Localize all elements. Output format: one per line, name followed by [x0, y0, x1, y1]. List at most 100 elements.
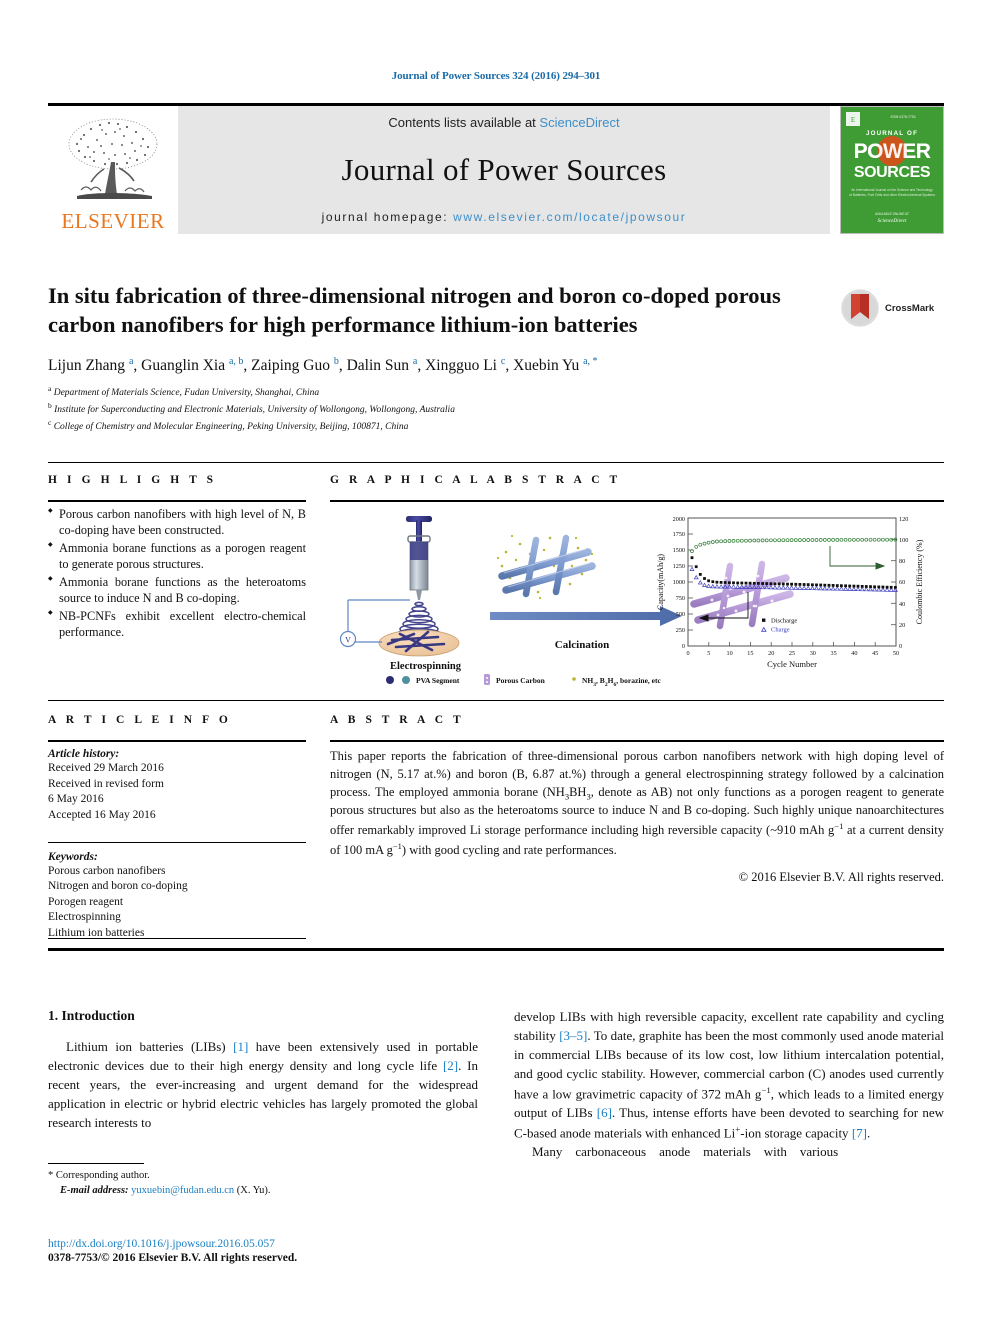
legend-marker-porous-carbon	[484, 674, 490, 685]
article-info-block: Article history: Received 29 March 2016 …	[48, 748, 306, 942]
list-item: NB-PCNFs exhibit excellent electro-chemi…	[48, 608, 306, 641]
issn-copyright-line: 0378-7753/© 2016 Elsevier B.V. All right…	[48, 1252, 298, 1264]
abstract-text: This paper reports the fabrication of th…	[330, 749, 944, 857]
paper-page: Journal of Power Sources 324 (2016) 294–…	[0, 0, 992, 1323]
journal-homepage-url[interactable]: www.elsevier.com/locate/jpowsour	[453, 210, 686, 224]
list-item: Ammonia borane functions as the heteroat…	[48, 574, 306, 607]
svg-text:1000: 1000	[673, 579, 685, 586]
author-item: Guanglin Xia a, b	[141, 355, 244, 374]
author-item: Xuebin Yu a, *	[513, 356, 597, 374]
legend-label-porous-carbon: Porous Carbon	[496, 676, 546, 685]
svg-text:45: 45	[872, 650, 878, 657]
list-item: Porous carbon nanofibers with high level…	[48, 506, 306, 539]
journal-masthead: ELSEVIER Contents lists available at Sci…	[48, 106, 944, 234]
article-info-heading-rule	[48, 740, 306, 742]
email-line: E-mail address: yuxuebin@fudan.edu.cn (X…	[48, 1183, 478, 1198]
sciencedirect-link[interactable]: ScienceDirect	[539, 115, 619, 130]
email-suffix: (X. Yu).	[236, 1185, 271, 1197]
author-name: Guanglin Xia	[141, 356, 226, 374]
affiliation-text: Institute for Superconducting and Electr…	[54, 404, 455, 415]
highlights-heading: H I G H L I G H T S	[48, 474, 217, 486]
author-item: Xingguo Li c	[425, 355, 506, 374]
svg-text:60: 60	[899, 579, 905, 586]
section-heading-introduction: 1. Introduction	[48, 1008, 135, 1023]
article-info-heading: A R T I C L E I N F O	[48, 714, 232, 726]
email-link[interactable]: yuxuebin@fudan.edu.cn	[131, 1185, 234, 1196]
page-title: In situ fabrication of three-dimensional…	[48, 283, 781, 337]
legend-label-charge: Charge	[771, 627, 790, 634]
affiliation-mark: a	[48, 383, 52, 393]
svg-text:2000: 2000	[673, 516, 685, 523]
svg-text:0: 0	[686, 650, 689, 657]
svg-text:20: 20	[899, 622, 905, 629]
body-top-rule	[48, 948, 944, 951]
doi-link[interactable]: http://dx.doi.org/10.1016/j.jpowsour.201…	[48, 1238, 508, 1250]
graphical-abstract-artwork: V Electrospinning Calcination PVA Segmen…	[339, 516, 924, 688]
svg-text:5: 5	[707, 650, 710, 657]
affiliation-text: College of Chemistry and Molecular Engin…	[53, 421, 409, 432]
svg-text:15: 15	[747, 650, 753, 657]
affiliation-text: Department of Materials Science, Fudan U…	[53, 387, 320, 398]
author-item: Dalin Sun a	[346, 355, 418, 374]
affiliation-item: c College of Chemistry and Molecular Eng…	[48, 418, 944, 435]
article-info-bottom-divider	[48, 938, 306, 939]
corresponding-marker: *	[48, 1170, 54, 1181]
graphical-abstract-heading: G R A P H I C A L A B S T R A C T	[330, 474, 621, 486]
list-item: Ammonia borane functions as a porogen re…	[48, 540, 306, 573]
crossmark-label: CrossMark	[885, 302, 935, 314]
corresponding-author-line: * Corresponding author.	[48, 1168, 478, 1183]
svg-text:250: 250	[676, 627, 685, 634]
legend-marker-pva-teal	[402, 676, 410, 684]
contents-prefix: Contents lists available at	[388, 114, 540, 130]
keyword-item: Nitrogen and boron co-doping	[48, 880, 188, 893]
article-title-block: In situ fabrication of three-dimensional…	[48, 282, 944, 435]
abstract-heading-rule	[330, 740, 944, 742]
svg-text:100: 100	[899, 537, 908, 544]
graphical-abstract-figure: V Electrospinning Calcination PVA Segmen…	[330, 508, 944, 688]
legend-label-pva: PVA Segment	[416, 676, 460, 685]
legend-marker-discharge	[762, 618, 766, 622]
svg-text:500: 500	[676, 611, 685, 618]
author-affil-marks: c	[500, 355, 506, 367]
affiliation-mark: c	[48, 417, 52, 427]
author-affil-marks: a, b	[228, 355, 244, 367]
author-name: Xuebin Yu	[513, 356, 580, 374]
affiliation-mark: b	[48, 400, 52, 410]
email-label: E-mail address:	[60, 1185, 129, 1197]
svg-text:An International Journal on th: An International Journal on the Science …	[851, 188, 933, 192]
author-list: Lijun Zhang a, Guanglin Xia a, b, Zaipin…	[48, 355, 598, 374]
cover-artwork: E ISSN 0378-7753 JOURNAL OF POWER POWER …	[841, 107, 943, 233]
author-name: Lijun Zhang	[48, 356, 126, 374]
svg-text:1250: 1250	[673, 563, 685, 570]
crossmark-badge[interactable]: CrossMark	[840, 286, 936, 330]
author-name: Xingguo Li	[425, 356, 497, 374]
electrospinning-label: Electrospinning	[390, 661, 462, 672]
svg-text:0: 0	[899, 643, 902, 650]
svg-text:40: 40	[899, 601, 905, 608]
author-affil-marks: b	[333, 355, 339, 367]
journal-homepage-line: journal homepage: www.elsevier.com/locat…	[322, 210, 687, 224]
author-item: Lijun Zhang a	[48, 356, 133, 374]
masthead-center: Contents lists available at ScienceDirec…	[178, 106, 830, 234]
affiliation-item: a Department of Materials Science, Fudan…	[48, 384, 944, 401]
keyword-item: Electrospinning	[48, 911, 121, 924]
author-affil-marks: a	[412, 355, 418, 367]
svg-text:E: E	[851, 116, 855, 124]
corresponding-author-note: * Corresponding author. E-mail address: …	[48, 1168, 478, 1198]
journal-title: Journal of Power Sources	[341, 151, 667, 187]
svg-text:750: 750	[676, 595, 685, 602]
elsevier-tree-icon	[68, 118, 158, 199]
graphical-abstract-legend: PVA Segment Porous Carbon NH3, B2H6, bor…	[386, 674, 661, 688]
svg-text:20: 20	[768, 650, 774, 657]
svg-text:SOURCES: SOURCES	[854, 164, 931, 181]
corresponding-text: Corresponding author.	[55, 1170, 150, 1181]
highlights-heading-rule	[48, 500, 306, 502]
author-name: Dalin Sun	[346, 356, 410, 374]
svg-text:120: 120	[899, 516, 908, 523]
legend-marker-pva-dark	[386, 676, 394, 684]
article-info-divider	[48, 841, 306, 843]
body-column-right: develop LIBs with high reversible capaci…	[514, 1008, 944, 1162]
svg-text:40: 40	[851, 650, 857, 657]
highlights-band-top-rule	[48, 462, 944, 463]
graphical-abstract-heading-rule	[330, 500, 944, 502]
